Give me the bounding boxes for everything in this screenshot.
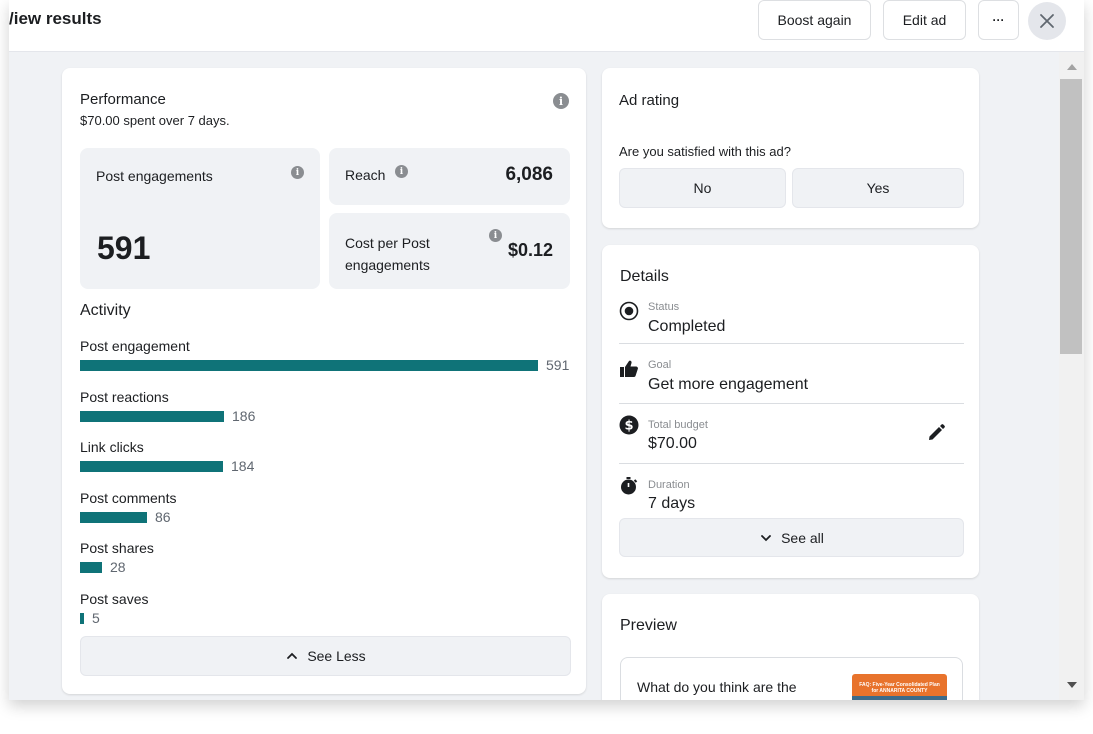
more-icon: ··· xyxy=(992,13,1005,27)
rating-no-button[interactable]: No xyxy=(619,168,786,208)
budget-label: Total budget xyxy=(648,419,708,431)
cpe-label-line2: engagements xyxy=(345,257,430,273)
status-radio-icon xyxy=(619,301,639,321)
performance-card: Performance $70.00 spent over 7 days. i … xyxy=(62,68,586,694)
post-engagements-tile: Post engagements i 591 xyxy=(80,148,320,289)
chevron-down-icon xyxy=(761,534,771,541)
status-value: Completed xyxy=(648,318,726,335)
goal-label: Goal xyxy=(648,359,672,371)
activity-bar xyxy=(80,562,102,573)
cost-per-engagement-tile: Cost per Post engagements i $0.12 xyxy=(329,213,570,289)
activity-bar xyxy=(80,511,147,523)
boost-again-button[interactable]: Boost again xyxy=(758,0,871,40)
view-results-dialog: /iew results Boost again Edit ad ··· Per… xyxy=(9,0,1084,700)
status-label: Status xyxy=(648,301,680,313)
stopwatch-icon xyxy=(621,477,638,495)
activity-bar xyxy=(80,410,224,422)
activity-item-value: 186 xyxy=(232,407,256,424)
ad-rating-question: Are you satisfied with this ad? xyxy=(619,144,791,159)
activity-item-label: Post comments xyxy=(80,489,177,506)
svg-text:$: $ xyxy=(624,419,633,434)
edit-budget-pencil-icon[interactable] xyxy=(926,423,946,443)
duration-value: 7 days xyxy=(648,495,696,512)
activity-bar xyxy=(80,461,223,472)
preview-post[interactable]: What do you think are the FAQ: Five-Year… xyxy=(620,657,963,700)
budget-value: $70.00 xyxy=(648,435,697,452)
post-engagements-value: 591 xyxy=(97,230,151,266)
more-options-button[interactable]: ··· xyxy=(978,0,1019,40)
thumbnail-text-line2: for ANNARITA COUNTY xyxy=(871,688,928,694)
activity-item-value: 184 xyxy=(231,458,255,474)
cost-per-engagement-label: Cost per Post engagements xyxy=(345,232,430,276)
edit-ad-button[interactable]: Edit ad xyxy=(883,0,966,40)
duration-label: Duration xyxy=(648,479,690,491)
rating-yes-button[interactable]: Yes xyxy=(792,168,964,208)
activity-item-value: 5 xyxy=(92,609,100,626)
scroll-up-arrow-icon[interactable] xyxy=(1067,64,1077,70)
activity-item-label: Post engagement xyxy=(80,338,190,354)
details-card: Details Status Completed Goal Get more e… xyxy=(602,245,979,578)
close-icon xyxy=(1040,14,1054,28)
close-button[interactable] xyxy=(1028,2,1066,40)
preview-post-text: What do you think are the xyxy=(637,679,797,695)
activity-item-value: 28 xyxy=(110,559,126,575)
thumbs-up-icon xyxy=(620,360,638,377)
activity-item-label: Link clicks xyxy=(80,439,144,455)
performance-info-icon[interactable]: i xyxy=(553,93,569,109)
preview-thumbnail-text: FAQ: Five-Year Consolidated Plan for ANN… xyxy=(852,682,947,694)
cost-per-engagement-value: $0.12 xyxy=(507,240,553,260)
activity-bar xyxy=(80,612,84,624)
activity-bar xyxy=(80,360,538,371)
post-engagements-label: Post engagements xyxy=(96,168,213,184)
reach-info-icon[interactable]: i xyxy=(395,165,408,178)
scrollbar[interactable] xyxy=(1059,52,1084,700)
activity-item-label: Post saves xyxy=(80,590,149,607)
reach-tile: Reach i 6,086 xyxy=(329,148,570,205)
activity-item-value: 591 xyxy=(546,357,570,373)
goal-value: Get more engagement xyxy=(648,376,809,393)
scroll-down-arrow-icon[interactable] xyxy=(1067,682,1077,688)
ad-rating-title: Ad rating xyxy=(619,92,680,109)
details-divider xyxy=(619,343,964,344)
see-all-label: See all xyxy=(781,529,824,546)
chevron-up-icon xyxy=(287,652,298,659)
activity-title: Activity xyxy=(80,302,131,319)
preview-card: Preview What do you think are the FAQ: F… xyxy=(602,594,979,700)
details-divider xyxy=(619,403,964,404)
preview-thumbnail-photo xyxy=(852,696,947,700)
reach-label: Reach xyxy=(345,167,386,183)
preview-title: Preview xyxy=(620,617,677,634)
activity-item-label: Post reactions xyxy=(80,388,169,405)
see-all-button[interactable]: See all xyxy=(619,518,964,557)
reach-value: 6,086 xyxy=(505,164,553,185)
ad-rating-card: Ad rating Are you satisfied with this ad… xyxy=(602,68,979,228)
performance-title: Performance xyxy=(80,91,166,108)
activity-item-value: 86 xyxy=(155,508,171,525)
cost-per-engagement-info-icon[interactable]: i xyxy=(489,229,502,242)
dollar-icon: $ xyxy=(619,415,639,435)
performance-subtitle: $70.00 spent over 7 days. xyxy=(80,113,230,128)
scrollbar-thumb[interactable] xyxy=(1060,79,1082,354)
dialog-header: /iew results Boost again Edit ad ··· xyxy=(9,0,1084,52)
see-less-label: See Less xyxy=(307,648,366,664)
dialog-title: /iew results xyxy=(9,9,102,28)
details-title: Details xyxy=(620,268,669,285)
details-divider xyxy=(619,463,964,464)
activity-item-label: Post shares xyxy=(80,540,154,556)
preview-thumbnail: FAQ: Five-Year Consolidated Plan for ANN… xyxy=(852,674,947,700)
post-engagements-info-icon[interactable]: i xyxy=(291,166,304,179)
see-less-button[interactable]: See Less xyxy=(80,636,571,676)
cpe-label-line1: Cost per Post xyxy=(345,235,430,251)
